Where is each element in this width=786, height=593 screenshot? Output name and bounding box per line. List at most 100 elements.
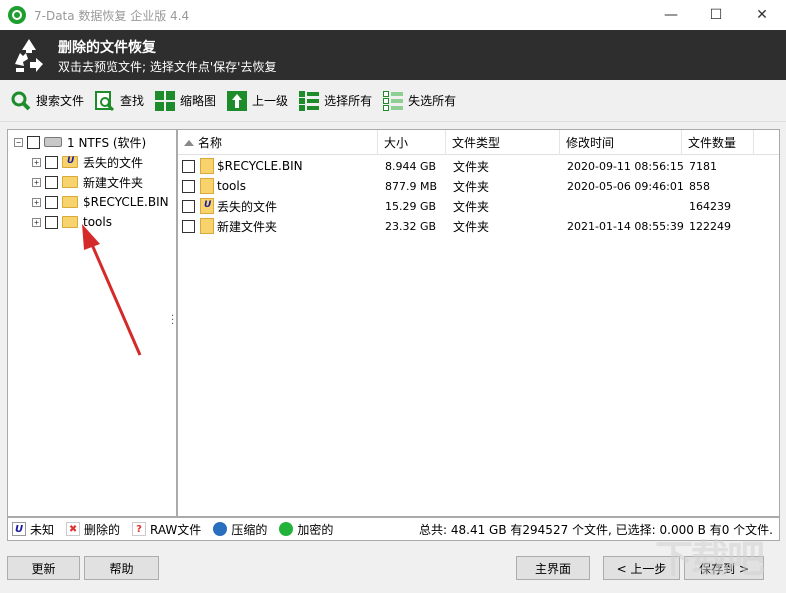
deselect-all-button[interactable]: 失选所有 bbox=[382, 87, 456, 115]
table-row[interactable]: tools 877.9 MB 文件夹 2020-05-06 09:46:01 8… bbox=[178, 176, 779, 196]
row-checkbox[interactable] bbox=[182, 199, 195, 213]
search-icon bbox=[10, 90, 32, 112]
table-row[interactable]: $RECYCLE.BIN 8.944 GB 文件夹 2020-09-11 08:… bbox=[178, 156, 779, 176]
legend-compressed: 压缩的 bbox=[213, 521, 267, 538]
folder-icon bbox=[200, 158, 214, 174]
row-name: tools bbox=[217, 179, 246, 193]
row-count: 122249 bbox=[689, 219, 731, 233]
file-list: 名称 大小 文件类型 修改时间 文件数量 $RECYCLE.BIN 8.944 … bbox=[177, 129, 780, 517]
close-button[interactable]: ✕ bbox=[739, 0, 785, 30]
toolbar: 搜索文件 查找 缩略图 上一级 选择所有 失选所有 bbox=[0, 80, 786, 122]
tree-item-recycle-bin[interactable]: + $RECYCLE.BIN bbox=[32, 193, 169, 211]
row-name: 丢失的文件 bbox=[217, 199, 278, 214]
legend-encrypted-label: 加密的 bbox=[297, 522, 334, 537]
deselect-all-label: 失选所有 bbox=[408, 94, 457, 108]
legend-encrypted: 加密的 bbox=[279, 521, 333, 538]
up-level-label: 上一级 bbox=[252, 94, 289, 108]
tree-item-checkbox[interactable] bbox=[45, 195, 58, 209]
legend-deleted: ✖ 删除的 bbox=[66, 521, 120, 538]
expand-icon[interactable]: + bbox=[32, 197, 41, 207]
column-name[interactable]: 名称 bbox=[178, 130, 378, 155]
row-checkbox[interactable] bbox=[182, 219, 195, 233]
home-button[interactable]: 主界面 bbox=[516, 556, 590, 580]
raw-file-icon: ? bbox=[132, 522, 147, 536]
row-modified: 2021-01-14 08:55:39 bbox=[567, 219, 684, 233]
minimize-button[interactable]: — bbox=[648, 0, 694, 30]
select-all-button[interactable]: 选择所有 bbox=[298, 87, 372, 115]
tree-item-checkbox[interactable] bbox=[45, 175, 58, 189]
help-button[interactable]: 帮助 bbox=[84, 556, 159, 580]
expand-icon[interactable]: + bbox=[32, 177, 41, 187]
pane-splitter[interactable]: · · · bbox=[171, 312, 174, 330]
row-name: 新建文件夹 bbox=[217, 219, 278, 234]
folder-icon bbox=[62, 196, 78, 208]
table-row[interactable]: 新建文件夹 23.32 GB 文件夹 2021-01-14 08:55:39 1… bbox=[178, 216, 779, 236]
wizard-header: 删除的文件恢复 双击去预览文件; 选择文件点'保存'去恢复 bbox=[0, 30, 786, 80]
maximize-button[interactable]: ☐ bbox=[693, 0, 739, 30]
legend-raw-label: RAW文件 bbox=[150, 522, 202, 537]
row-count: 164239 bbox=[689, 199, 731, 213]
deleted-icon: ✖ bbox=[66, 522, 81, 536]
column-name-label: 名称 bbox=[198, 136, 223, 150]
thumbnail-button[interactable]: 缩略图 bbox=[154, 87, 216, 115]
column-type-label: 文件类型 bbox=[452, 136, 501, 150]
search-files-label: 搜索文件 bbox=[36, 94, 85, 108]
watermark: 下载吧 bbox=[655, 537, 765, 581]
table-row[interactable]: 丢失的文件 15.29 GB 文件夹 164239 bbox=[178, 196, 779, 216]
encrypted-icon bbox=[279, 522, 294, 536]
find-button[interactable]: 查找 bbox=[94, 87, 144, 115]
row-type: 文件夹 bbox=[453, 199, 490, 214]
row-checkbox[interactable] bbox=[182, 159, 195, 173]
folder-icon bbox=[62, 216, 78, 228]
column-count-label: 文件数量 bbox=[688, 136, 737, 150]
legend-raw: ? RAW文件 bbox=[132, 521, 201, 538]
tree-item-tools[interactable]: + tools bbox=[32, 213, 112, 231]
unknown-folder-icon bbox=[62, 156, 78, 168]
column-modified-label: 修改时间 bbox=[566, 136, 615, 150]
column-type[interactable]: 文件类型 bbox=[446, 130, 560, 155]
legend-deleted-label: 删除的 bbox=[84, 522, 121, 537]
collapse-icon[interactable]: − bbox=[14, 137, 23, 147]
thumbnail-icon bbox=[154, 90, 176, 112]
tree-item-checkbox[interactable] bbox=[45, 215, 58, 229]
tree-item-checkbox[interactable] bbox=[45, 155, 58, 169]
row-size: 877.9 MB bbox=[385, 179, 438, 193]
row-type: 文件夹 bbox=[453, 179, 490, 194]
column-modified[interactable]: 修改时间 bbox=[560, 130, 682, 155]
refresh-button[interactable]: 更新 bbox=[7, 556, 80, 580]
row-size: 8.944 GB bbox=[385, 159, 437, 173]
tree-item-label: tools bbox=[83, 215, 112, 229]
header-subtitle: 双击去预览文件; 选择文件点'保存'去恢复 bbox=[58, 60, 277, 74]
search-files-button[interactable]: 搜索文件 bbox=[10, 87, 84, 115]
find-label: 查找 bbox=[120, 94, 145, 108]
row-checkbox[interactable] bbox=[182, 179, 195, 193]
select-all-icon bbox=[298, 90, 320, 112]
expand-icon[interactable]: + bbox=[32, 157, 41, 167]
up-level-button[interactable]: 上一级 bbox=[226, 87, 288, 115]
find-icon bbox=[94, 90, 116, 112]
column-size-label: 大小 bbox=[384, 136, 409, 150]
tree-item-label: 丢失的文件 bbox=[83, 155, 144, 170]
row-type: 文件夹 bbox=[453, 159, 490, 174]
list-header: 名称 大小 文件类型 修改时间 文件数量 bbox=[178, 130, 779, 155]
tree-item-new-folder[interactable]: + 新建文件夹 bbox=[32, 173, 143, 191]
window-title: 7-Data 数据恢复 企业版 4.4 bbox=[34, 8, 190, 23]
compressed-icon bbox=[213, 522, 228, 536]
legend-unknown: U 未知 bbox=[12, 521, 54, 538]
expand-icon[interactable]: + bbox=[32, 217, 41, 227]
tree-root-ntfs[interactable]: − 1 NTFS (软件) bbox=[14, 133, 146, 151]
folder-icon bbox=[62, 176, 78, 188]
tree-item-lost-files[interactable]: + 丢失的文件 bbox=[32, 153, 143, 171]
column-size[interactable]: 大小 bbox=[378, 130, 446, 155]
column-count[interactable]: 文件数量 bbox=[682, 130, 754, 155]
select-all-label: 选择所有 bbox=[324, 94, 373, 108]
row-size: 23.32 GB bbox=[385, 219, 437, 233]
row-count: 7181 bbox=[689, 159, 717, 173]
folder-icon bbox=[200, 178, 214, 194]
legend-unknown-label: 未知 bbox=[30, 522, 55, 537]
tree-root-checkbox[interactable] bbox=[27, 135, 40, 149]
folder-icon bbox=[200, 218, 214, 234]
up-level-icon bbox=[226, 90, 248, 112]
app-logo-icon bbox=[8, 6, 26, 24]
drive-icon bbox=[44, 137, 62, 147]
